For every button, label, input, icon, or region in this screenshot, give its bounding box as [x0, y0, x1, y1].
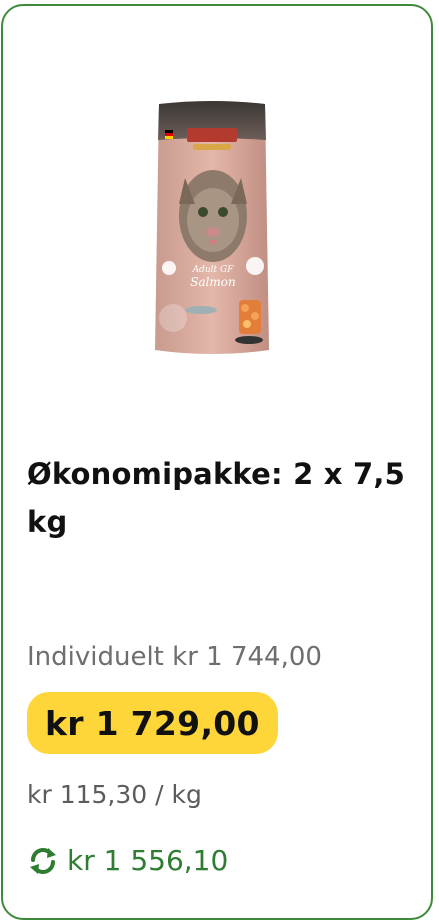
refresh-icon	[27, 845, 59, 877]
product-title[interactable]: Økonomipakke: 2 x 7,5 kg	[27, 450, 407, 546]
svg-text:Salmon: Salmon	[190, 275, 236, 289]
subscription-price: kr 1 556,10	[67, 844, 229, 877]
product-card[interactable]: Adult GF Salmon Økonomipakke: 2 x 7,5 kg…	[1, 4, 433, 920]
individual-price: Individuelt kr 1 744,00	[27, 642, 322, 672]
unit-price: kr 115,30 / kg	[27, 780, 202, 809]
product-bag-illustration: Adult GF Salmon	[155, 101, 269, 354]
subscription-price-row: kr 1 556,10	[27, 844, 228, 877]
price-badge: kr 1 729,00	[27, 692, 278, 754]
product-image[interactable]: Adult GF Salmon	[151, 100, 273, 362]
current-price: kr 1 729,00	[45, 703, 260, 743]
svg-text:Adult GF: Adult GF	[192, 265, 235, 275]
